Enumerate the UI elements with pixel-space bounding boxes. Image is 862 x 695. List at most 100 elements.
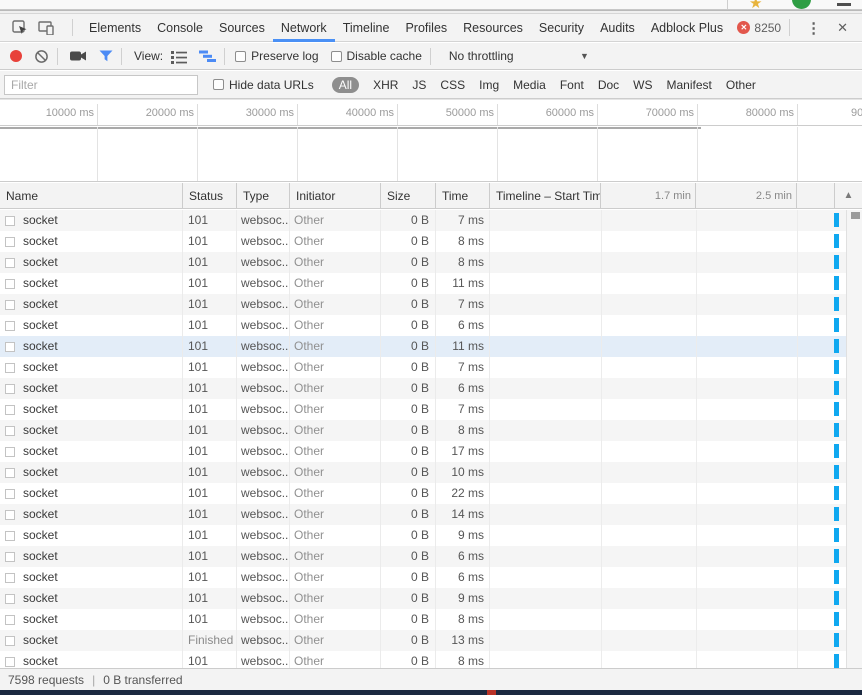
request-row[interactable]: socket 101 websoc... Other 0 B 8 ms — [0, 252, 846, 273]
checkbox-icon[interactable] — [331, 51, 342, 62]
network-overview[interactable] — [0, 127, 862, 182]
resource-icon — [5, 342, 15, 352]
cell-size: 0 B — [381, 399, 436, 420]
record-button[interactable] — [10, 50, 22, 62]
cell-status: 101 — [183, 399, 237, 420]
cell-timeline — [490, 609, 846, 630]
column-header-type[interactable]: Type — [237, 183, 290, 209]
column-header-time[interactable]: Time — [436, 183, 490, 209]
request-row[interactable]: socket 101 websoc... Other 0 B 6 ms — [0, 315, 846, 336]
tab-sources[interactable]: Sources — [211, 14, 273, 42]
request-row[interactable]: socket 101 websoc... Other 0 B 7 ms — [0, 357, 846, 378]
device-toolbar-icon[interactable] — [38, 21, 54, 35]
tab-network[interactable]: Network — [273, 14, 335, 42]
vertical-scrollbar[interactable] — [846, 210, 862, 668]
request-row[interactable]: socket 101 websoc... Other 0 B 11 ms — [0, 336, 846, 357]
cell-initiator: Other — [290, 294, 381, 315]
status-divider: | — [92, 673, 95, 687]
filter-other[interactable]: Other — [726, 78, 756, 92]
request-row[interactable]: socket 101 websoc... Other 0 B 6 ms — [0, 567, 846, 588]
tab-profiles[interactable]: Profiles — [397, 14, 455, 42]
extension-icon[interactable] — [792, 0, 811, 9]
request-row[interactable]: socket 101 websoc... Other 0 B 9 ms — [0, 588, 846, 609]
filter-js[interactable]: JS — [412, 78, 426, 92]
preserve-log-label[interactable]: Preserve log — [251, 49, 318, 63]
request-row[interactable]: socket 101 websoc... Other 0 B 8 ms — [0, 651, 846, 668]
cell-type: websoc... — [237, 357, 290, 378]
disable-cache-label[interactable]: Disable cache — [347, 49, 422, 63]
inspect-element-icon[interactable] — [12, 20, 28, 36]
filter-funnel-icon[interactable] — [99, 50, 113, 62]
minimize-button[interactable] — [837, 3, 851, 6]
column-header-timeline[interactable]: Timeline – Start Time — [490, 183, 601, 209]
tab-timeline[interactable]: Timeline — [335, 14, 398, 42]
request-row[interactable]: socket 101 websoc... Other 0 B 8 ms — [0, 609, 846, 630]
filter-doc[interactable]: Doc — [598, 78, 619, 92]
hide-data-urls-label[interactable]: Hide data URLs — [229, 78, 314, 92]
cell-type: websoc... — [237, 315, 290, 336]
tab-console[interactable]: Console — [149, 14, 211, 42]
request-row[interactable]: socket 101 websoc... Other 0 B 10 ms — [0, 462, 846, 483]
checkbox-icon[interactable] — [213, 79, 224, 90]
request-row[interactable]: socket 101 websoc... Other 0 B 7 ms — [0, 210, 846, 231]
request-name: socket — [23, 483, 58, 504]
cell-status: 101 — [183, 294, 237, 315]
request-name: socket — [23, 420, 58, 441]
checkbox-icon[interactable] — [235, 51, 246, 62]
filter-input[interactable] — [4, 75, 198, 95]
request-row[interactable]: socket 101 websoc... Other 0 B 14 ms — [0, 504, 846, 525]
cell-time: 7 ms — [436, 357, 490, 378]
scrollbar-thumb[interactable] — [851, 212, 860, 219]
filter-manifest[interactable]: Manifest — [667, 78, 712, 92]
tab-security[interactable]: Security — [531, 14, 592, 42]
menu-icon[interactable]: ⋮ — [798, 19, 829, 37]
request-row[interactable]: socket 101 websoc... Other 0 B 6 ms — [0, 378, 846, 399]
tab-audits[interactable]: Audits — [592, 14, 643, 42]
filter-all[interactable]: All — [332, 77, 359, 93]
filter-ws[interactable]: WS — [633, 78, 652, 92]
tab-resources[interactable]: Resources — [455, 14, 531, 42]
request-row[interactable]: socket 101 websoc... Other 0 B 17 ms — [0, 441, 846, 462]
preserve-log-checkbox[interactable]: Preserve log — [235, 49, 318, 63]
list-view-icon[interactable] — [171, 49, 187, 64]
request-row[interactable]: socket 101 websoc... Other 0 B 8 ms — [0, 420, 846, 441]
hide-data-urls-checkbox[interactable]: Hide data URLs — [213, 78, 314, 92]
disable-cache-checkbox[interactable]: Disable cache — [331, 49, 422, 63]
resource-icon — [5, 216, 15, 226]
request-row[interactable]: socket 101 websoc... Other 0 B 9 ms — [0, 525, 846, 546]
clear-button[interactable] — [34, 49, 49, 64]
timeline-mark-1: 1.7 min — [601, 183, 696, 209]
tab-adblock-plus[interactable]: Adblock Plus — [643, 14, 731, 42]
throttling-select[interactable]: No throttling ▼ — [449, 49, 589, 63]
column-header-initiator[interactable]: Initiator — [290, 183, 381, 209]
filter-media[interactable]: Media — [513, 78, 546, 92]
request-row[interactable]: socket 101 websoc... Other 0 B 7 ms — [0, 399, 846, 420]
tab-elements[interactable]: Elements — [81, 14, 149, 42]
cell-name: socket — [0, 336, 183, 357]
column-header-size[interactable]: Size — [381, 183, 436, 209]
filter-css[interactable]: CSS — [440, 78, 465, 92]
error-badge[interactable]: ✕ 8250 — [737, 21, 781, 35]
column-header-name[interactable]: Name — [0, 183, 183, 209]
request-row[interactable]: socket 101 websoc... Other 0 B 11 ms — [0, 273, 846, 294]
panel-tabs: ElementsConsoleSourcesNetworkTimelinePro… — [81, 14, 731, 42]
cell-name: socket — [0, 357, 183, 378]
cell-type: websoc... — [237, 462, 290, 483]
filter-font[interactable]: Font — [560, 78, 584, 92]
column-header-status[interactable]: Status — [183, 183, 237, 209]
request-row[interactable]: socket 101 websoc... Other 0 B 8 ms — [0, 231, 846, 252]
filter-xhr[interactable]: XHR — [373, 78, 398, 92]
cell-type: websoc... — [237, 378, 290, 399]
cell-status: 101 — [183, 231, 237, 252]
close-devtools-button[interactable]: ✕ — [829, 20, 856, 36]
waterfall-view-icon[interactable] — [199, 49, 216, 63]
scrollbar-up-arrow-icon[interactable]: ▲ — [835, 183, 862, 209]
screenshot-capture-icon[interactable] — [70, 50, 87, 62]
cell-status: 101 — [183, 378, 237, 399]
request-row[interactable]: socket 101 websoc... Other 0 B 22 ms — [0, 483, 846, 504]
request-row[interactable]: socket Finished websoc... Other 0 B 13 m… — [0, 630, 846, 651]
filter-img[interactable]: Img — [479, 78, 499, 92]
resource-icon — [5, 384, 15, 394]
request-row[interactable]: socket 101 websoc... Other 0 B 6 ms — [0, 546, 846, 567]
request-row[interactable]: socket 101 websoc... Other 0 B 7 ms — [0, 294, 846, 315]
